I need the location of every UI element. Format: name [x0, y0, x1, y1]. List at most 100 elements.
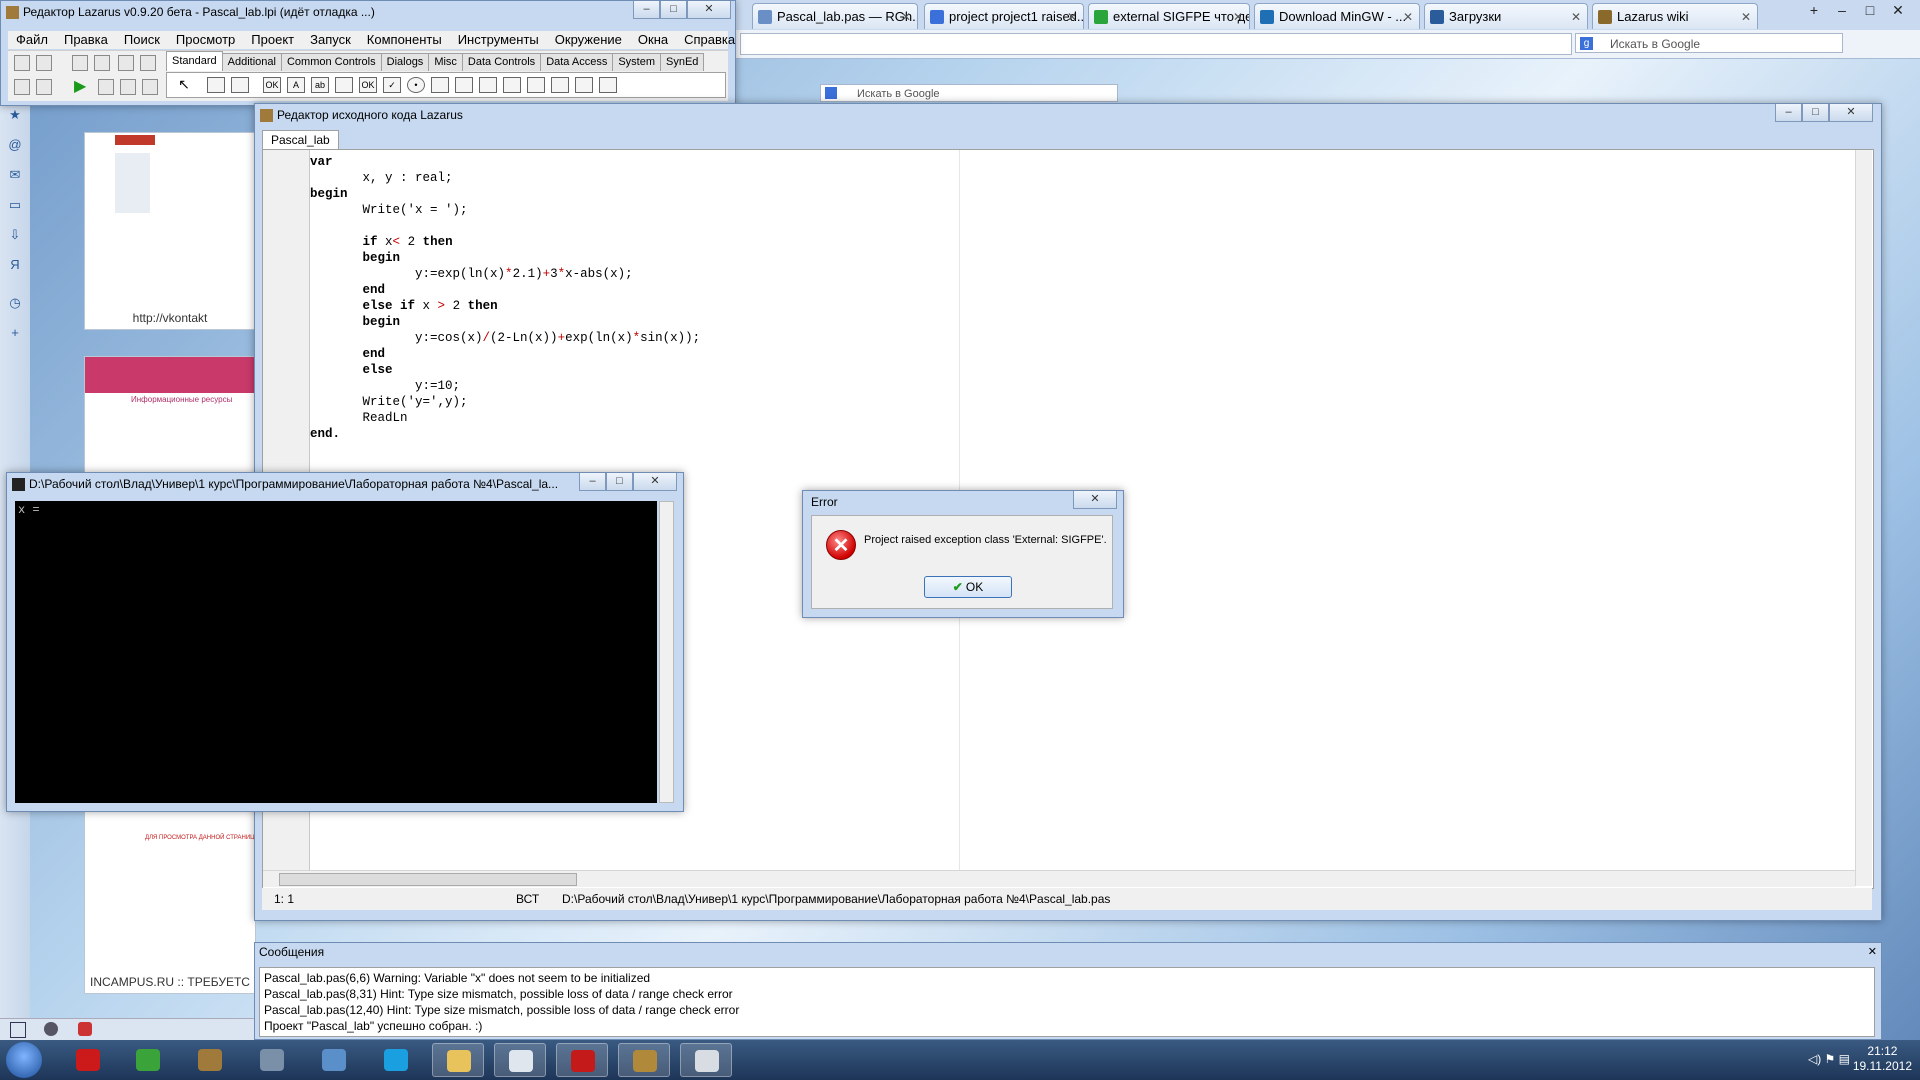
- chat-icon[interactable]: ▭: [8, 198, 22, 212]
- tab-close-icon[interactable]: ✕: [1067, 4, 1077, 29]
- tab-close-icon[interactable]: ✕: [1233, 4, 1243, 29]
- horizontal-scrollbar[interactable]: [263, 870, 1855, 887]
- tab-close-icon[interactable]: ✕: [1571, 4, 1581, 29]
- maximize-icon[interactable]: □: [1856, 2, 1884, 18]
- close-icon[interactable]: ✕: [1868, 945, 1877, 958]
- browser-tab[interactable]: Загрузки ✕: [1424, 3, 1588, 29]
- tmemo-icon[interactable]: [335, 77, 353, 93]
- close-button[interactable]: ✕: [687, 1, 731, 19]
- plus-icon[interactable]: +: [8, 326, 22, 340]
- vertical-scrollbar[interactable]: [1855, 150, 1872, 886]
- tbutton-icon[interactable]: OK: [263, 77, 281, 93]
- new-form-icon[interactable]: [118, 55, 134, 71]
- palette-tab[interactable]: Data Controls: [461, 53, 542, 71]
- network-icon[interactable]: ▤: [1839, 1052, 1850, 1066]
- vertical-scrollbar[interactable]: [659, 501, 674, 803]
- palette-tab[interactable]: Standard: [166, 51, 223, 71]
- save-icon[interactable]: [72, 55, 88, 71]
- taskbar-item[interactable]: [184, 1043, 236, 1077]
- new-file-icon[interactable]: [14, 55, 30, 71]
- palette-tab[interactable]: Common Controls: [280, 53, 382, 71]
- tab-close-icon[interactable]: ✕: [1403, 4, 1413, 29]
- close-button[interactable]: ✕: [1829, 104, 1873, 122]
- taskbar-item[interactable]: [618, 1043, 670, 1077]
- start-button[interactable]: [6, 1042, 42, 1078]
- download-icon[interactable]: ⇩: [8, 228, 22, 242]
- minimize-button[interactable]: –: [1775, 104, 1802, 122]
- palette-tab[interactable]: Additional: [221, 53, 282, 71]
- speeddial-thumb-vk[interactable]: http://vkontakt: [84, 132, 256, 330]
- browser-tab[interactable]: Lazarus wiki ✕: [1592, 3, 1758, 29]
- build-icon[interactable]: [14, 79, 30, 95]
- palette-tab[interactable]: Misc: [428, 53, 463, 71]
- taskbar-item[interactable]: [556, 1043, 608, 1077]
- menu-item[interactable]: Компоненты: [359, 31, 450, 49]
- menu-item[interactable]: Запуск: [302, 31, 359, 49]
- tradiobutton-icon[interactable]: •: [407, 77, 425, 93]
- taskbar-item[interactable]: [246, 1043, 298, 1077]
- menu-item[interactable]: Инструменты: [450, 31, 547, 49]
- run-icon[interactable]: ▶: [74, 79, 86, 95]
- message-line[interactable]: Проект "Pascal_lab" успешно собран. :): [264, 1018, 1870, 1034]
- window-icon[interactable]: [10, 1022, 26, 1038]
- palette-tab[interactable]: Data Access: [540, 53, 614, 71]
- google-search-input-2[interactable]: Искать в Google: [820, 84, 1118, 102]
- save-all-icon[interactable]: [94, 55, 110, 71]
- maximize-button[interactable]: □: [1802, 104, 1829, 122]
- tlistbox-icon[interactable]: [431, 77, 449, 93]
- taskbar-item[interactable]: [370, 1043, 422, 1077]
- ok-button[interactable]: ✔ OK: [924, 576, 1012, 598]
- browser-tab[interactable]: project project1 raised... ✕: [924, 3, 1084, 29]
- menu-item[interactable]: Проект: [243, 31, 302, 49]
- menu-item[interactable]: Файл: [8, 31, 56, 49]
- mail-icon[interactable]: ✉: [8, 168, 22, 182]
- menu-item[interactable]: Правка: [56, 31, 116, 49]
- popupmenu-icon[interactable]: [231, 77, 249, 93]
- open-icon[interactable]: [36, 55, 52, 71]
- tpanel-icon[interactable]: [599, 77, 617, 93]
- pointer-icon[interactable]: ↖: [175, 77, 193, 93]
- clock[interactable]: 21:12 19.11.2012: [1853, 1044, 1912, 1074]
- close-icon[interactable]: ✕: [1884, 2, 1912, 19]
- maximize-button[interactable]: □: [660, 1, 687, 19]
- palette-tab[interactable]: Dialogs: [380, 53, 430, 71]
- taskbar-item[interactable]: [680, 1043, 732, 1077]
- tcombobox-icon[interactable]: [455, 77, 473, 93]
- menu-item[interactable]: Окружение: [547, 31, 630, 49]
- palette-tab[interactable]: System: [612, 53, 662, 71]
- menu-item[interactable]: Справка: [676, 31, 743, 49]
- browser-tab[interactable]: Download MinGW - ... ✕: [1254, 3, 1420, 29]
- volume-icon[interactable]: ◁): [1808, 1052, 1821, 1066]
- tscrollbar-icon[interactable]: [479, 77, 497, 93]
- tab-close-icon[interactable]: ✕: [901, 4, 911, 29]
- at-icon[interactable]: @: [8, 138, 22, 152]
- ttogglebox-icon[interactable]: OK: [359, 77, 377, 93]
- editor-tab-pascal-lab[interactable]: Pascal_lab: [262, 130, 339, 149]
- pause-icon[interactable]: [98, 79, 114, 95]
- step-into-icon[interactable]: [120, 79, 136, 95]
- add-tab-button[interactable]: +: [1800, 2, 1828, 18]
- message-line[interactable]: Pascal_lab.pas(12,40) Hint: Type size mi…: [264, 1002, 1870, 1018]
- tgroupbox-icon[interactable]: [503, 77, 521, 93]
- menu-item[interactable]: Поиск: [116, 31, 168, 49]
- message-line[interactable]: Pascal_lab.pas(6,6) Warning: Variable "x…: [264, 970, 1870, 986]
- star-icon[interactable]: ★: [8, 108, 22, 122]
- close-button[interactable]: ✕: [633, 473, 677, 491]
- flag-icon[interactable]: ⚑: [1825, 1052, 1836, 1066]
- tedit-icon[interactable]: ab: [311, 77, 329, 93]
- yandex-icon[interactable]: Я: [8, 258, 22, 272]
- clock-icon[interactable]: ◷: [8, 296, 22, 310]
- close-button[interactable]: ✕: [1073, 491, 1117, 509]
- maximize-button[interactable]: □: [606, 473, 633, 491]
- cloud-icon[interactable]: [44, 1022, 58, 1036]
- google-search-input[interactable]: g Искать в Google: [1575, 33, 1843, 53]
- taskbar-item[interactable]: [308, 1043, 360, 1077]
- taskbar-item[interactable]: [122, 1043, 174, 1077]
- code-text[interactable]: var x, y : real; begin Write('x = '); if …: [310, 154, 700, 442]
- tstatictext-icon[interactable]: [527, 77, 545, 93]
- browser-tab[interactable]: Pascal_lab.pas — RGh... ✕: [752, 3, 918, 29]
- toggle-form-icon[interactable]: [140, 55, 156, 71]
- rebuild-icon[interactable]: [36, 79, 52, 95]
- taskbar-item[interactable]: [494, 1043, 546, 1077]
- minimize-icon[interactable]: –: [1828, 2, 1856, 18]
